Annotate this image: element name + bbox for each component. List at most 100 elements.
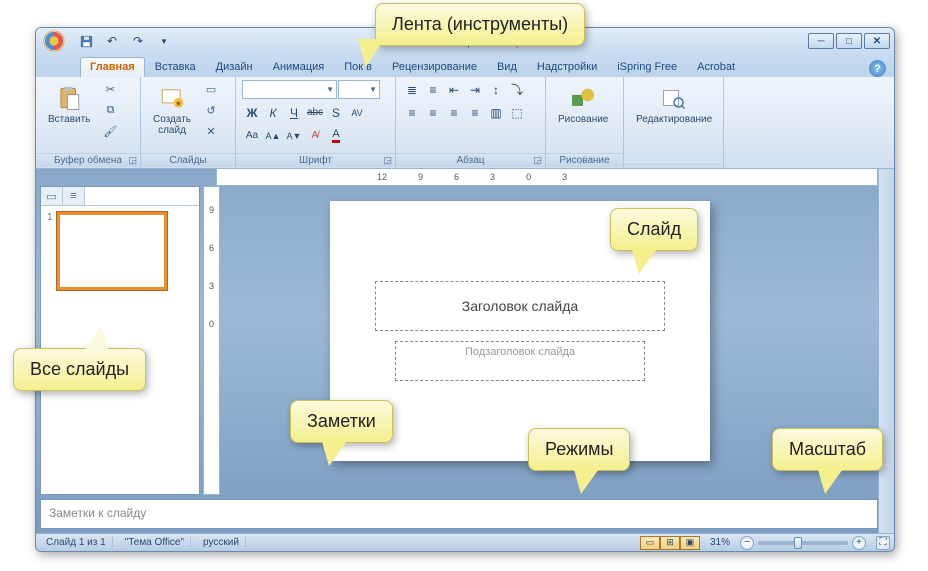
new-slide-icon: ★ [157,84,187,112]
drawing-button[interactable]: Рисование [552,80,614,129]
delete-slide-icon[interactable]: ✕ [201,122,221,140]
font-color-icon[interactable]: A [326,126,346,145]
tab-acrobat[interactable]: Acrobat [687,57,745,77]
align-right-icon[interactable]: ≡ [444,103,464,122]
redo-icon[interactable]: ↷ [127,31,149,51]
new-slide-button[interactable]: ★ Создать слайд [147,80,197,140]
ruler-tick: 9 [209,205,214,215]
zoom-out-button[interactable]: − [740,536,754,550]
ruler-tick: 3 [562,172,567,182]
shrink-font-icon[interactable]: A▼ [284,126,304,145]
tab-review[interactable]: Рецензирование [382,57,487,77]
subtitle-placeholder-text: Подзаголовок слайда [465,346,575,358]
ribbon-tabstrip: Главная Вставка Дизайн Анимация Пок в Ре… [36,54,894,77]
maximize-button[interactable]: □ [836,33,862,49]
line-spacing-icon[interactable]: ↕ [486,80,506,99]
callout-zoom: Масштаб [772,428,883,471]
new-slide-label: Создать слайд [153,114,191,136]
callout-label: Режимы [545,439,613,459]
clipboard-launcher-icon[interactable]: ◲ [128,155,137,166]
status-language[interactable]: русский [197,537,246,548]
tab-insert[interactable]: Вставка [145,57,206,77]
zoom-thumb[interactable] [794,537,802,549]
paragraph-launcher-icon[interactable]: ◲ [533,155,542,166]
font-size-combo[interactable]: ▼ [338,80,380,99]
title-placeholder-text: Заголовок слайда [462,298,578,314]
underline-button[interactable]: Ч [284,103,304,122]
strike-button[interactable]: abc [305,103,325,122]
clear-format-icon[interactable]: A̸ [305,126,325,145]
help-icon[interactable]: ? [869,60,886,77]
font-name-combo[interactable]: ▼ [242,80,337,99]
slides-tab-icon[interactable]: ▭ [41,187,63,205]
tab-home[interactable]: Главная [80,57,145,77]
align-center-icon[interactable]: ≡ [423,103,443,122]
tab-ispring[interactable]: iSpring Free [607,57,687,77]
outline-tab-icon[interactable]: ≡ [63,187,85,205]
vertical-scrollbar[interactable] [878,169,894,533]
paste-button[interactable]: Вставить [42,80,96,129]
reset-icon[interactable]: ↺ [201,101,221,119]
office-button[interactable] [39,28,69,54]
group-paragraph-label: Абзац [456,155,484,166]
copy-icon[interactable]: ⧉ [100,101,120,119]
paste-icon [54,84,84,112]
app-window: ↶ ↷ ▼ Презентаци ─ □ ✕ Главная Вставка Д… [35,27,895,552]
normal-view-icon[interactable]: ▭ [640,536,660,550]
char-spacing-icon[interactable]: AV [347,103,367,122]
align-left-icon[interactable]: ≡ [402,103,422,122]
slide-thumbnail[interactable] [57,212,167,290]
ruler-tick: 3 [490,172,495,182]
grow-font-icon[interactable]: A▲ [263,126,283,145]
fit-window-icon[interactable]: ⛶ [876,536,890,550]
group-font-label: Шрифт [299,155,332,166]
italic-button[interactable]: К [263,103,283,122]
qat-dropdown-icon[interactable]: ▼ [153,31,175,51]
chevron-down-icon: ▼ [326,85,334,94]
group-clipboard: Вставить ✂ ⧉ 🖌 Буфер обмена◲ [36,77,141,168]
format-painter-icon[interactable]: 🖌 [100,122,120,140]
indent-dec-icon[interactable]: ⇤ [444,80,464,99]
tab-animation[interactable]: Анимация [263,57,335,77]
font-launcher-icon[interactable]: ◲ [383,155,392,166]
group-drawing: Рисование Рисование [546,77,624,168]
change-case-icon[interactable]: Aa [242,126,262,145]
bold-button[interactable]: Ж [242,103,262,122]
ruler-tick: 0 [209,319,214,329]
zoom-slider[interactable] [758,541,848,545]
align-justify-icon[interactable]: ≡ [465,103,485,122]
thumbnail-number: 1 [47,212,53,290]
tab-addins[interactable]: Надстройки [527,57,607,77]
cut-icon[interactable]: ✂ [100,80,120,98]
editing-button[interactable]: Редактирование [630,80,718,129]
title-placeholder[interactable]: Заголовок слайда [375,281,665,331]
text-direction-icon[interactable]: ⤵ [507,80,527,99]
subtitle-placeholder[interactable]: Подзаголовок слайда [395,341,645,381]
numbering-icon[interactable]: ≡ [423,80,443,99]
shadow-button[interactable]: S [326,103,346,122]
ruler-tick: 3 [209,281,214,291]
save-icon[interactable] [75,31,97,51]
notes-placeholder-text: Заметки к слайду [49,506,146,520]
zoom-in-button[interactable]: + [852,536,866,550]
slides-panel: ▭ ≡ 1 [40,186,200,495]
sorter-view-icon[interactable]: ⊞ [660,536,680,550]
layout-icon[interactable]: ▭ [201,80,221,98]
indent-inc-icon[interactable]: ⇥ [465,80,485,99]
convert-smartart-icon[interactable]: ⬚ [507,103,527,122]
minimize-button[interactable]: ─ [808,33,834,49]
callout-notes: Заметки [290,400,393,443]
columns-icon[interactable]: ▥ [486,103,506,122]
close-button[interactable]: ✕ [864,33,890,49]
group-slides-label: Слайды [169,155,206,166]
notes-pane[interactable]: Заметки к слайду [40,499,878,529]
callout-label: Лента (инструменты) [392,14,568,34]
tab-view[interactable]: Вид [487,57,527,77]
slideshow-view-icon[interactable]: ▣ [680,536,700,550]
zoom-percent[interactable]: 31% [710,537,730,548]
undo-icon[interactable]: ↶ [101,31,123,51]
callout-slide: Слайд [610,208,698,251]
tab-design[interactable]: Дизайн [206,57,263,77]
group-font: ▼ ▼ Ж К Ч abc S AV Aa A▲ A▼ A̸ A [236,77,396,168]
bullets-icon[interactable]: ≣ [402,80,422,99]
